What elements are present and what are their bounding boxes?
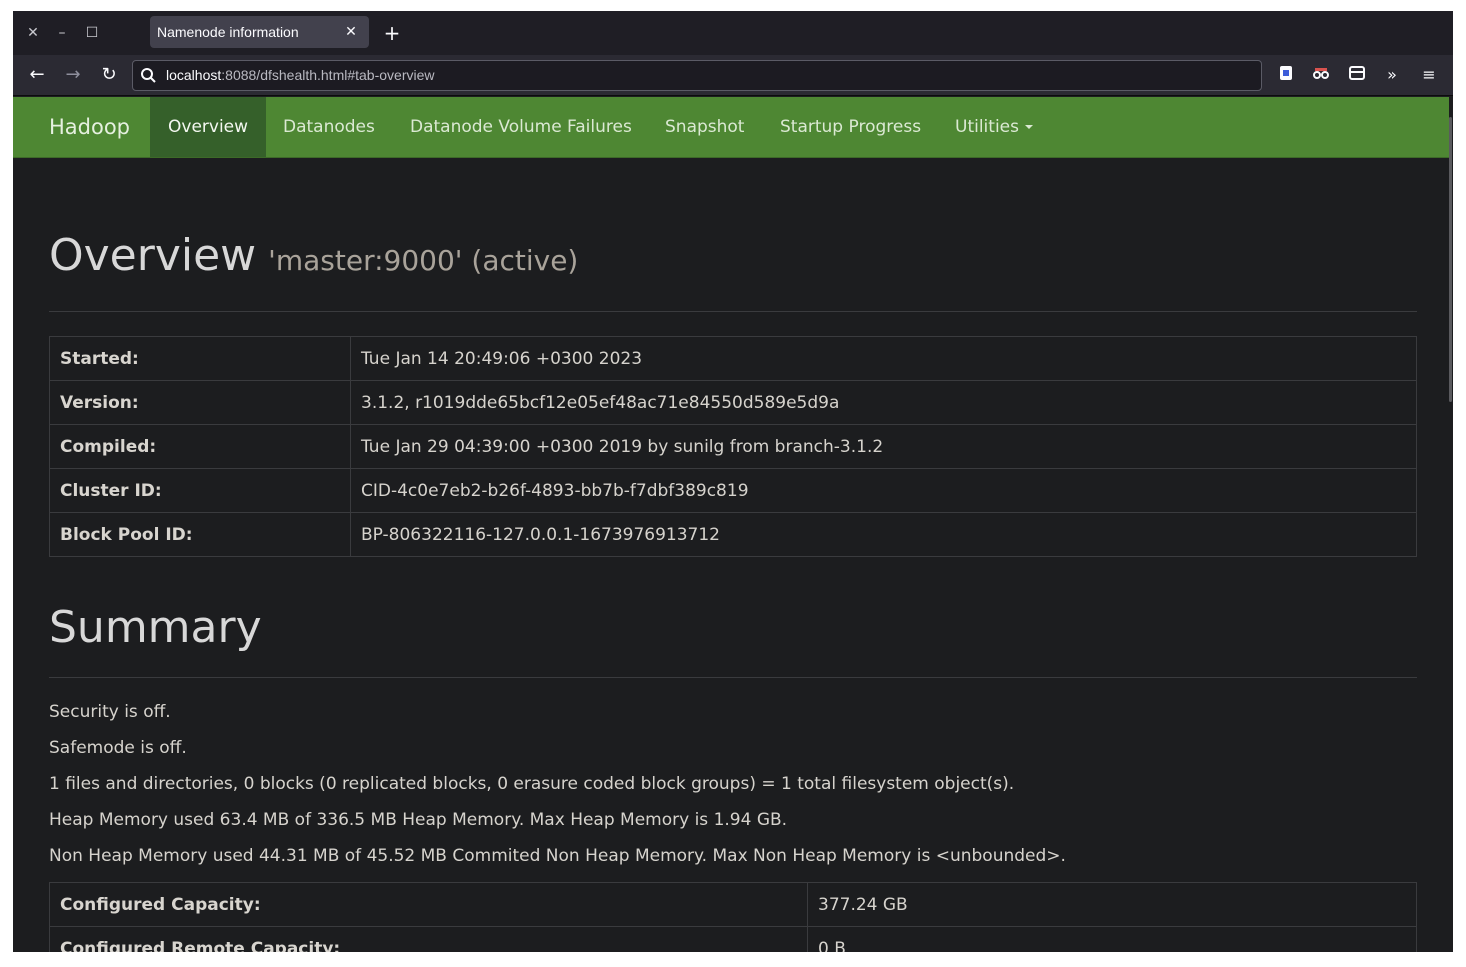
row-value: Tue Jan 29 04:39:00 +0300 2019 by sunilg… xyxy=(350,424,1417,469)
row-value: 3.1.2, r1019dde65bcf12e05ef48ac71e84550d… xyxy=(350,380,1417,425)
summary-security: Security is off. xyxy=(49,702,171,722)
nav-snapshot[interactable]: Snapshot xyxy=(647,97,762,157)
brand-logo[interactable]: Hadoop xyxy=(49,97,130,157)
row-key: Configured Capacity: xyxy=(49,882,808,927)
minimize-window-icon[interactable]: – xyxy=(54,23,70,43)
address-bar[interactable]: localhost:8088/dfshealth.html#tab-overvi… xyxy=(132,60,1262,91)
table-row: Block Pool ID: BP-806322116-127.0.0.1-167… xyxy=(49,512,1417,557)
summary-nonheap: Non Heap Memory used 44.31 MB of 45.52 M… xyxy=(49,846,1066,866)
reload-icon[interactable]: ↻ xyxy=(95,63,123,87)
browser-navbar: ← → ↻ localhost:8088/dfshealth.html#tab-… xyxy=(13,55,1453,96)
more-tools-icon[interactable]: » xyxy=(1381,64,1403,86)
url-path: :8088/dfshealth.html#tab-overview xyxy=(221,67,435,83)
tab-close-icon[interactable]: ✕ xyxy=(341,22,361,42)
summary-table: Configured Capacity: 377.24 GB Configured… xyxy=(49,882,1417,952)
container-icon[interactable] xyxy=(1346,64,1368,86)
nav-utilities-label: Utilities xyxy=(955,117,1019,137)
back-icon[interactable]: ← xyxy=(23,63,51,87)
row-key: Version: xyxy=(49,380,351,425)
scrollbar[interactable] xyxy=(1449,97,1453,952)
row-value: 377.24 GB xyxy=(807,882,1417,927)
forward-icon[interactable]: → xyxy=(59,63,87,87)
table-row: Cluster ID: CID-4c0e7eb2-b26f-4893-bb7b-f… xyxy=(49,468,1417,513)
nav-datanode-volume-failures[interactable]: Datanode Volume Failures xyxy=(392,97,650,157)
url-host: localhost xyxy=(166,67,222,83)
row-key: Block Pool ID: xyxy=(49,512,351,557)
summary-heap: Heap Memory used 63.4 MB of 336.5 MB Hea… xyxy=(49,810,788,830)
summary-objects: 1 files and directories, 0 blocks (0 rep… xyxy=(49,774,1015,794)
table-row: Configured Remote Capacity: 0 B xyxy=(49,926,1417,952)
row-value: BP-806322116-127.0.0.1-1673976913712 xyxy=(350,512,1417,557)
scrollbar-thumb[interactable] xyxy=(1449,117,1452,402)
row-value: Tue Jan 14 20:49:06 +0300 2023 xyxy=(350,336,1417,381)
row-key: Configured Remote Capacity: xyxy=(49,926,808,952)
row-key: Cluster ID: xyxy=(49,468,351,513)
nav-datanodes[interactable]: Datanodes xyxy=(265,97,393,157)
shield-extension-icon[interactable] xyxy=(1275,64,1297,86)
nav-overview[interactable]: Overview xyxy=(150,97,267,157)
url-text: localhost:8088/dfshealth.html#tab-overvi… xyxy=(166,61,435,90)
overview-subtitle: 'master:9000' (active) xyxy=(268,244,579,277)
new-tab-icon[interactable]: + xyxy=(381,22,403,44)
overview-title: Overview xyxy=(49,230,257,281)
overview-heading: Overview 'master:9000' (active) xyxy=(49,230,578,281)
search-icon xyxy=(141,68,156,83)
overview-table: Started: Tue Jan 14 20:49:06 +0300 2023 V… xyxy=(49,336,1417,557)
caret-down-icon xyxy=(1024,125,1033,129)
menu-icon[interactable]: ≡ xyxy=(1418,64,1440,86)
table-row: Started: Tue Jan 14 20:49:06 +0300 2023 xyxy=(49,336,1417,381)
nav-startup-progress[interactable]: Startup Progress xyxy=(762,97,939,157)
browser-tab[interactable]: Namenode information ✕ xyxy=(150,16,369,48)
tab-strip: ✕ – ☐ Namenode information ✕ + xyxy=(13,11,1453,55)
nav-utilities[interactable]: Utilities xyxy=(937,97,1051,157)
page-content: Hadoop Overview Datanodes Datanode Volum… xyxy=(13,97,1453,952)
spy-extension-icon[interactable] xyxy=(1310,64,1332,86)
row-value: CID-4c0e7eb2-b26f-4893-bb7b-f7dbf389c819 xyxy=(350,468,1417,513)
summary-heading: Summary xyxy=(49,602,262,653)
maximize-window-icon[interactable]: ☐ xyxy=(84,23,100,43)
row-value: 0 B xyxy=(807,926,1417,952)
hadoop-navbar: Hadoop Overview Datanodes Datanode Volum… xyxy=(13,97,1449,158)
table-row: Compiled: Tue Jan 29 04:39:00 +0300 2019 … xyxy=(49,424,1417,469)
tab-title: Namenode information xyxy=(157,24,299,40)
summary-safemode: Safemode is off. xyxy=(49,738,187,758)
row-key: Compiled: xyxy=(49,424,351,469)
table-row: Configured Capacity: 377.24 GB xyxy=(49,882,1417,927)
close-window-icon[interactable]: ✕ xyxy=(25,23,41,43)
divider xyxy=(49,311,1417,312)
summary-title: Summary xyxy=(49,602,262,653)
table-row: Version: 3.1.2, r1019dde65bcf12e05ef48ac7… xyxy=(49,380,1417,425)
row-key: Started: xyxy=(49,336,351,381)
browser-window: ✕ – ☐ Namenode information ✕ + ← → ↻ loc… xyxy=(13,11,1453,952)
divider xyxy=(49,677,1417,678)
